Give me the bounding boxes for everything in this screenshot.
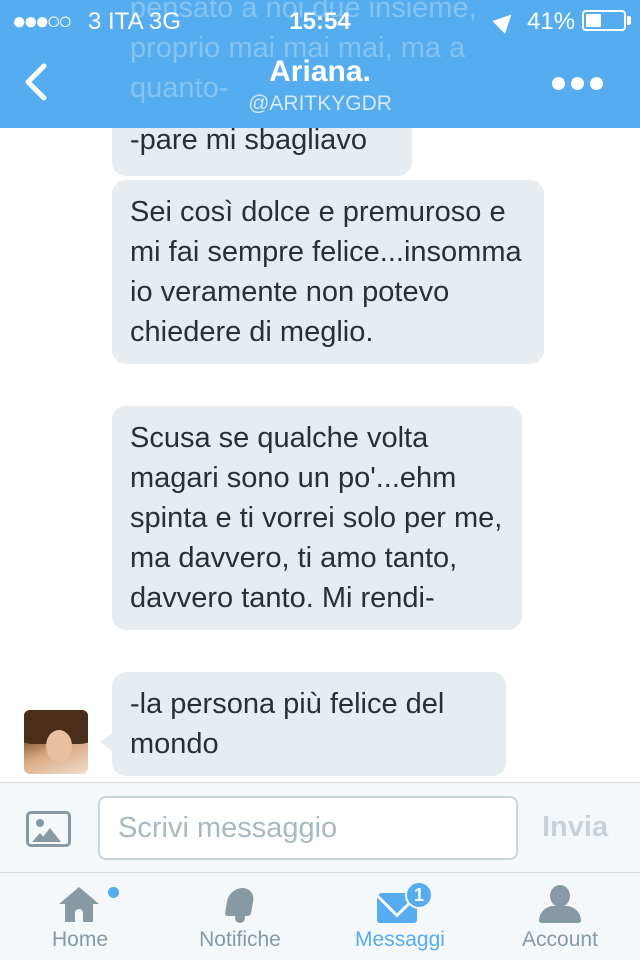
person-body <box>539 906 581 923</box>
message-bubble: -la persona più felice del mondo <box>112 672 506 776</box>
photo-sun <box>36 819 44 827</box>
conversation-title: Ariana. <box>269 55 371 88</box>
home-icon <box>59 887 99 923</box>
nav-header: pensato a noi due insieme, proprio mai m… <box>0 0 640 128</box>
tab-notifications[interactable]: Notifiche <box>160 873 320 960</box>
message-thread[interactable]: -pare mi sbagliavo Sei così dolce e prem… <box>0 128 640 782</box>
status-bar: ●●●○○ 3 ITA 3G 15:54 41% <box>0 0 640 40</box>
message-input[interactable] <box>98 796 518 860</box>
dot <box>571 77 584 90</box>
battery-nub <box>627 16 631 25</box>
tab-account[interactable]: Account <box>480 873 640 960</box>
sender-avatar[interactable] <box>24 710 88 774</box>
tab-label: Messaggi <box>355 928 445 951</box>
tab-label: Account <box>522 928 598 951</box>
tab-home[interactable]: Home <box>0 873 160 960</box>
dot <box>552 77 565 90</box>
battery-percentage: 41% <box>527 8 576 35</box>
dot <box>590 77 603 90</box>
avatar-face <box>46 730 72 762</box>
bell-icon <box>222 886 258 924</box>
new-content-dot <box>108 887 119 898</box>
message-bubble: Scusa se qualche volta magari sono un po… <box>112 406 522 630</box>
home-door <box>75 909 83 922</box>
tab-bar: Home Notifiche 1 Messaggi Account <box>0 872 640 960</box>
message-bubble: Sei così dolce e premuroso e mi fai semp… <box>112 180 544 364</box>
person-icon <box>539 885 581 925</box>
photo-icon[interactable] <box>26 811 71 847</box>
send-button[interactable]: Invia <box>542 811 608 844</box>
person-head <box>550 885 570 907</box>
photo-mountain <box>39 828 61 842</box>
tab-label: Notifiche <box>199 928 281 951</box>
battery-icon <box>582 10 626 31</box>
conversation-handle: @ARITKYGDR <box>248 92 392 115</box>
bell-clapper <box>235 916 245 923</box>
tab-messages[interactable]: 1 Messaggi <box>320 873 480 960</box>
unread-badge: 1 <box>405 881 433 909</box>
battery-fill <box>586 14 601 27</box>
bubble-tail <box>100 732 114 752</box>
message-composer: Invia <box>0 782 640 872</box>
more-options-button[interactable] <box>552 74 604 94</box>
tab-label: Home <box>51 928 109 951</box>
message-bubble: -pare mi sbagliavo <box>112 128 412 176</box>
bell-body <box>224 888 256 916</box>
